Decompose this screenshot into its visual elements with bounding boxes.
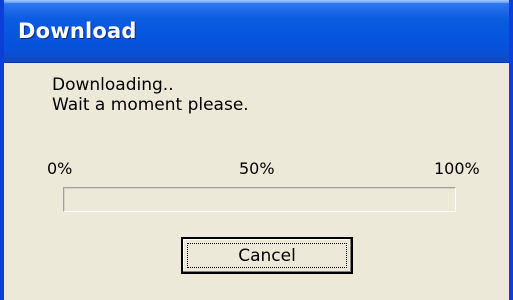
status-line-wait: Wait a moment please.: [52, 95, 249, 115]
download-dialog: Download Downloading.. Wait a moment ple…: [0, 0, 513, 300]
progress-bar: [63, 187, 456, 212]
status-message: Downloading.. Wait a moment please.: [52, 75, 249, 115]
window-title: Download: [18, 19, 137, 43]
cancel-button[interactable]: Cancel: [181, 237, 353, 274]
title-bar-highlight: [4, 0, 509, 3]
title-bar[interactable]: Download: [4, 0, 509, 63]
progress-label-min: 0%: [47, 159, 73, 178]
cancel-button-label: Cancel: [238, 246, 296, 266]
progress-label-max: 100%: [434, 159, 480, 178]
status-line-downloading: Downloading..: [52, 75, 174, 95]
progress-label-mid: 50%: [239, 159, 275, 178]
